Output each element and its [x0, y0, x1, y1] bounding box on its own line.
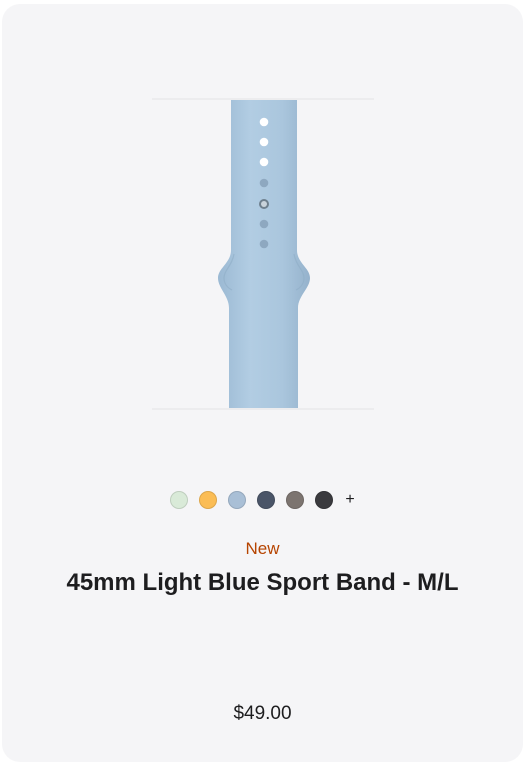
- color-swatches: +: [2, 491, 523, 509]
- swatch-black[interactable]: [315, 491, 334, 509]
- swatch-yellow[interactable]: [199, 491, 218, 509]
- product-image[interactable]: [152, 98, 374, 410]
- new-badge: New: [245, 539, 280, 558]
- swatch-light-blue[interactable]: [228, 491, 247, 509]
- product-title[interactable]: 45mm Light Blue Sport Band - M/L: [62, 564, 463, 601]
- more-colors-button[interactable]: +: [345, 491, 354, 509]
- swatch-navy[interactable]: [257, 491, 276, 509]
- product-card[interactable]: + New 45mm Light Blue Sport Band - M/L $…: [2, 4, 523, 762]
- swatch-light-green[interactable]: [170, 491, 189, 509]
- sport-band-image: [152, 98, 374, 410]
- product-price: $49.00: [233, 703, 292, 724]
- swatch-stone-gray[interactable]: [286, 491, 305, 509]
